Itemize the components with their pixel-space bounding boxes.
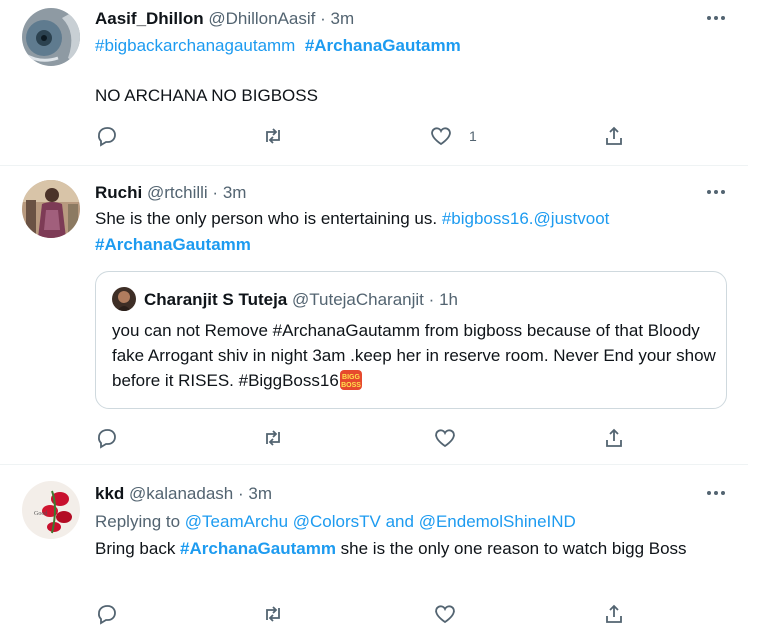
like-button[interactable] bbox=[433, 426, 457, 450]
tweet-actions: 1 bbox=[95, 124, 635, 148]
hashtag-link[interactable]: #bigboss16 bbox=[442, 209, 529, 228]
hashtag-link[interactable]: #ArchanaGautamm bbox=[95, 235, 251, 254]
share-button[interactable] bbox=[602, 602, 626, 626]
user-handle[interactable]: @rtchilli bbox=[147, 183, 208, 202]
retweet-icon bbox=[266, 430, 280, 446]
like-count: 1 bbox=[469, 128, 477, 144]
like-button[interactable]: 1 bbox=[429, 124, 477, 148]
tweet-text: She is the only person who is entertaini… bbox=[95, 206, 725, 258]
retweet-icon bbox=[266, 128, 280, 144]
quoted-display-name: Charanjit S Tuteja bbox=[144, 290, 288, 309]
reply-button[interactable] bbox=[95, 602, 119, 626]
hashtag-link[interactable]: #ArchanaGautamm bbox=[180, 539, 336, 558]
avatar[interactable] bbox=[22, 8, 80, 66]
retweet-icon bbox=[266, 606, 280, 622]
bigg-boss-badge-icon: BIGG BOSS bbox=[339, 370, 362, 390]
hashtag-link[interactable]: #ArchanaGautamm bbox=[305, 36, 461, 55]
tweet-header: Ruchi @rtchilli · 3m bbox=[95, 182, 246, 204]
hashtag-link[interactable]: #bigbackarchanagautamm bbox=[95, 36, 295, 55]
separator-dot: · bbox=[237, 484, 244, 503]
tweet-body: She is the only person who is entertaini… bbox=[95, 209, 442, 228]
timestamp[interactable]: 3m bbox=[248, 484, 272, 503]
retweet-button[interactable] bbox=[261, 602, 285, 626]
tweet-text: Bring back #ArchanaGautamm she is the on… bbox=[95, 536, 725, 562]
tweet-actions bbox=[95, 426, 635, 450]
retweet-button[interactable] bbox=[261, 124, 285, 148]
avatar[interactable] bbox=[22, 180, 80, 238]
share-button[interactable] bbox=[602, 426, 626, 450]
separator-dot: · bbox=[428, 290, 435, 309]
more-options-icon[interactable] bbox=[704, 182, 728, 202]
share-icon bbox=[606, 126, 622, 145]
separator-dot: · bbox=[212, 183, 219, 202]
badge-text-bottom: BOSS bbox=[341, 382, 361, 389]
display-name[interactable]: Ruchi bbox=[95, 183, 142, 202]
quoted-tweet-text: you can not Remove #ArchanaGautamm from … bbox=[112, 318, 724, 393]
tweet[interactable]: Good kkd @kalanadash · 3m Replying to @T… bbox=[0, 465, 748, 636]
replying-to: Replying to @TeamArchu @ColorsTV and @En… bbox=[95, 509, 725, 535]
user-handle[interactable]: @DhillonAasif bbox=[208, 9, 315, 28]
tweet[interactable]: Ruchi @rtchilli · 3m She is the only per… bbox=[0, 166, 748, 465]
tweet-hashtags: #bigbackarchanagautamm #ArchanaGautamm bbox=[95, 33, 725, 59]
mention-link[interactable]: @justvoot bbox=[534, 209, 610, 228]
retweet-button[interactable] bbox=[261, 426, 285, 450]
tweet-body-prefix: Bring back bbox=[95, 539, 181, 558]
user-handle[interactable]: @kalanadash bbox=[129, 484, 233, 503]
tweet-actions bbox=[95, 602, 635, 626]
share-icon bbox=[606, 428, 622, 447]
display-name[interactable]: kkd bbox=[95, 484, 124, 503]
quoted-user-handle: @TutejaCharanjit bbox=[292, 290, 424, 309]
reply-icon bbox=[98, 605, 116, 625]
quoted-timestamp: 1h bbox=[439, 290, 458, 309]
like-icon bbox=[435, 429, 455, 448]
mention-link[interactable]: @ColorsTV bbox=[293, 512, 381, 531]
replying-to-prefix: Replying to bbox=[95, 512, 185, 531]
tweet-feed: Aasif_Dhillon @DhillonAasif · 3m #bigbac… bbox=[0, 0, 748, 636]
mention-link[interactable]: @EndemolShineIND bbox=[419, 512, 576, 531]
quoted-tweet[interactable]: Charanjit S Tuteja @TutejaCharanjit · 1h… bbox=[95, 271, 727, 409]
reply-icon bbox=[98, 429, 116, 449]
share-icon bbox=[606, 604, 622, 623]
timestamp[interactable]: 3m bbox=[223, 183, 247, 202]
avatar-text: Good bbox=[34, 511, 47, 517]
like-button[interactable] bbox=[433, 602, 457, 626]
quoted-avatar bbox=[112, 287, 136, 311]
more-options-icon[interactable] bbox=[704, 483, 728, 503]
share-button[interactable] bbox=[602, 124, 626, 148]
tweet[interactable]: Aasif_Dhillon @DhillonAasif · 3m #bigbac… bbox=[0, 0, 748, 166]
separator-dot: · bbox=[320, 9, 326, 28]
quoted-tweet-body: you can not Remove #ArchanaGautamm from … bbox=[112, 321, 716, 390]
replying-and: and bbox=[380, 512, 419, 531]
tweet-body-suffix: she is the only one reason to watch bigg… bbox=[335, 539, 687, 558]
quoted-tweet-header: Charanjit S Tuteja @TutejaCharanjit · 1h bbox=[144, 289, 458, 311]
timestamp[interactable]: 3m bbox=[331, 9, 355, 28]
badge-text-top: BIGG bbox=[342, 374, 360, 381]
display-name[interactable]: Aasif_Dhillon bbox=[95, 9, 204, 28]
like-icon bbox=[435, 605, 455, 624]
avatar[interactable]: Good bbox=[22, 481, 80, 539]
reply-button[interactable] bbox=[95, 124, 119, 148]
mention-link[interactable]: @TeamArchu bbox=[185, 512, 288, 531]
like-icon bbox=[431, 127, 451, 146]
tweet-text: NO ARCHANA NO BIGBOSS bbox=[95, 86, 318, 105]
reply-icon bbox=[98, 127, 116, 147]
reply-button[interactable] bbox=[95, 426, 119, 450]
tweet-header: kkd @kalanadash · 3m bbox=[95, 483, 272, 505]
more-options-icon[interactable] bbox=[704, 8, 728, 28]
tweet-header: Aasif_Dhillon @DhillonAasif · 3m bbox=[95, 8, 354, 30]
